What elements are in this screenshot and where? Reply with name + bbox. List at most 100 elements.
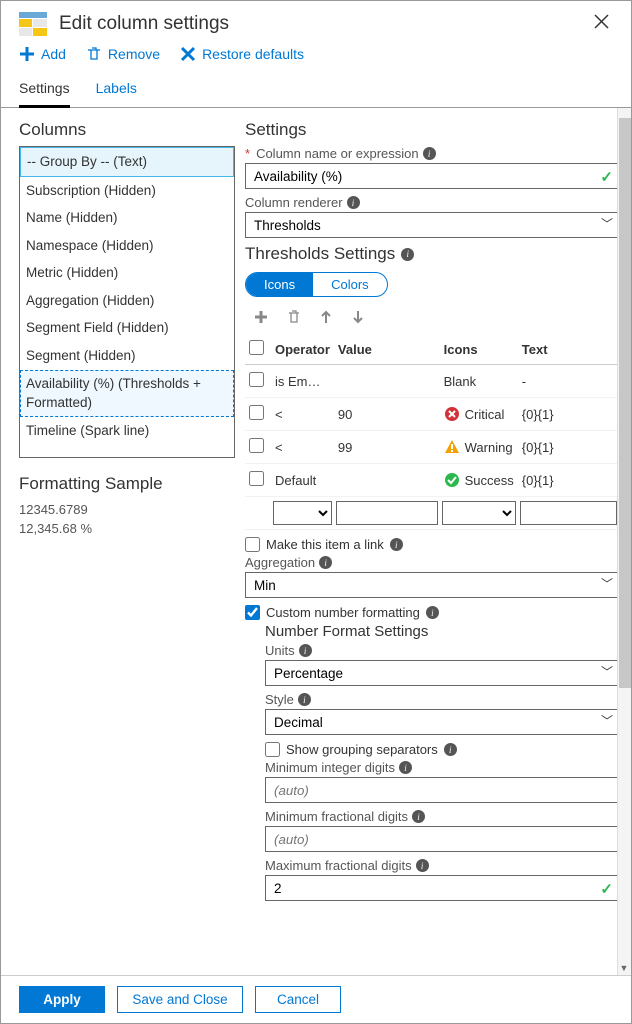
info-icon: i — [390, 538, 403, 551]
threshold-add-button[interactable] — [253, 309, 269, 330]
grouping-label: Show grouping separators — [286, 742, 438, 757]
remove-button[interactable]: Remove — [86, 46, 160, 62]
table-row[interactable]: Default Success {0}{1} — [245, 464, 619, 497]
list-item[interactable]: Timeline (Spark line) — [20, 417, 234, 445]
dialog-title: Edit column settings — [59, 13, 588, 35]
restore-defaults-button[interactable]: Restore defaults — [180, 46, 304, 62]
toolbar: Add Remove Restore defaults — [1, 42, 631, 74]
row-checkbox[interactable] — [249, 438, 264, 453]
plus-icon — [19, 46, 35, 62]
vertical-scrollbar[interactable]: ▼ — [617, 108, 631, 975]
info-icon: i — [347, 196, 360, 209]
filter-text[interactable] — [520, 501, 617, 525]
info-icon: i — [298, 693, 311, 706]
max-frac-input[interactable] — [265, 875, 619, 901]
threshold-delete-button[interactable] — [287, 309, 301, 330]
filter-value[interactable] — [336, 501, 438, 525]
info-icon: i — [426, 606, 439, 619]
formatting-sample-heading: Formatting Sample — [19, 474, 235, 494]
thresholds-heading: Thresholds Settings i — [245, 244, 619, 264]
critical-icon — [444, 406, 460, 422]
table-row[interactable]: is Em… Blank - — [245, 365, 619, 398]
custom-format-label: Custom number formatting — [266, 605, 420, 620]
number-format-heading: Number Format Settings — [265, 623, 619, 640]
pill-icons[interactable]: Icons — [246, 273, 313, 296]
info-icon: i — [299, 644, 312, 657]
list-item[interactable]: Segment Field (Hidden) — [20, 314, 234, 342]
renderer-label: Column renderer i — [245, 195, 619, 210]
style-select[interactable]: Decimal — [265, 709, 619, 735]
trash-icon — [86, 46, 102, 62]
list-item[interactable]: Availability (%) (Thresholds + Formatted… — [20, 370, 234, 417]
check-icon: ✓ — [600, 168, 613, 186]
columns-list[interactable]: -- Group By -- (Text) Subscription (Hidd… — [19, 146, 235, 458]
scroll-down-arrow[interactable]: ▼ — [618, 963, 630, 973]
aggregation-label: Aggregation i — [245, 555, 619, 570]
row-checkbox[interactable] — [249, 471, 264, 486]
tab-labels[interactable]: Labels — [96, 74, 137, 107]
select-all-checkbox[interactable] — [249, 340, 264, 355]
info-icon: i — [416, 859, 429, 872]
table-row[interactable]: <99 Warning {0}{1} — [245, 431, 619, 464]
save-close-button[interactable]: Save and Close — [117, 986, 243, 1013]
thresholds-mode-toggle[interactable]: Icons Colors — [245, 272, 388, 297]
list-item[interactable]: -- Group By -- (Text) — [20, 147, 234, 177]
info-icon: i — [423, 147, 436, 160]
list-item[interactable]: Subscription (Hidden) — [20, 177, 234, 205]
column-renderer-select[interactable]: Thresholds — [245, 212, 619, 238]
grouping-checkbox[interactable] — [265, 742, 280, 757]
cancel-button[interactable]: Cancel — [255, 986, 341, 1013]
list-item[interactable]: Aggregation (Hidden) — [20, 287, 234, 315]
scrollbar-thumb[interactable] — [619, 118, 631, 688]
row-checkbox[interactable] — [249, 372, 264, 387]
info-icon: i — [444, 743, 457, 756]
units-select[interactable]: Percentage — [265, 660, 619, 686]
max-frac-label: Maximum fractional digits i — [265, 858, 619, 873]
dialog-footer: Apply Save and Close Cancel — [1, 975, 631, 1023]
warning-icon — [444, 439, 460, 455]
tab-bar: Settings Labels — [1, 74, 631, 108]
column-name-input[interactable] — [245, 163, 619, 189]
info-icon: i — [399, 761, 412, 774]
list-item[interactable]: Name (Hidden) — [20, 204, 234, 232]
sample-formatted: 12,345.68 % — [19, 519, 235, 538]
tab-settings[interactable]: Settings — [19, 74, 70, 108]
min-frac-input[interactable] — [265, 826, 619, 852]
list-item[interactable]: Namespace (Hidden) — [20, 232, 234, 260]
filter-row — [245, 497, 619, 530]
row-checkbox[interactable] — [249, 405, 264, 420]
sample-raw: 12345.6789 — [19, 500, 235, 519]
settings-heading: Settings — [245, 120, 619, 140]
info-icon: i — [412, 810, 425, 823]
info-icon: i — [401, 248, 414, 261]
filter-icon[interactable] — [442, 501, 516, 525]
add-button[interactable]: Add — [19, 46, 66, 62]
custom-format-checkbox[interactable] — [245, 605, 260, 620]
columns-heading: Columns — [19, 120, 235, 140]
table-row[interactable]: <90 Critical {0}{1} — [245, 398, 619, 431]
min-int-label: Minimum integer digits i — [265, 760, 619, 775]
x-icon — [180, 46, 196, 62]
make-link-label: Make this item a link — [266, 537, 384, 552]
list-item[interactable]: Segment (Hidden) — [20, 342, 234, 370]
list-item[interactable]: Metric (Hidden) — [20, 259, 234, 287]
threshold-toolbar — [245, 303, 619, 334]
success-icon — [444, 472, 460, 488]
min-frac-label: Minimum fractional digits i — [265, 809, 619, 824]
thresholds-table: Operator Value Icons Text is Em… Blank - — [245, 334, 619, 530]
pill-colors[interactable]: Colors — [313, 273, 387, 296]
close-button[interactable] — [588, 11, 615, 36]
table-icon — [19, 12, 47, 36]
threshold-down-button[interactable] — [351, 309, 365, 330]
units-label: Units i — [265, 643, 619, 658]
info-icon: i — [319, 556, 332, 569]
filter-operator[interactable] — [273, 501, 332, 525]
colname-label: *Column name or expression i — [245, 146, 619, 161]
check-icon: ✓ — [600, 880, 613, 898]
min-int-input[interactable] — [265, 777, 619, 803]
dialog-header: Edit column settings — [1, 1, 631, 42]
apply-button[interactable]: Apply — [19, 986, 105, 1013]
aggregation-select[interactable]: Min — [245, 572, 619, 598]
make-link-checkbox[interactable] — [245, 537, 260, 552]
threshold-up-button[interactable] — [319, 309, 333, 330]
